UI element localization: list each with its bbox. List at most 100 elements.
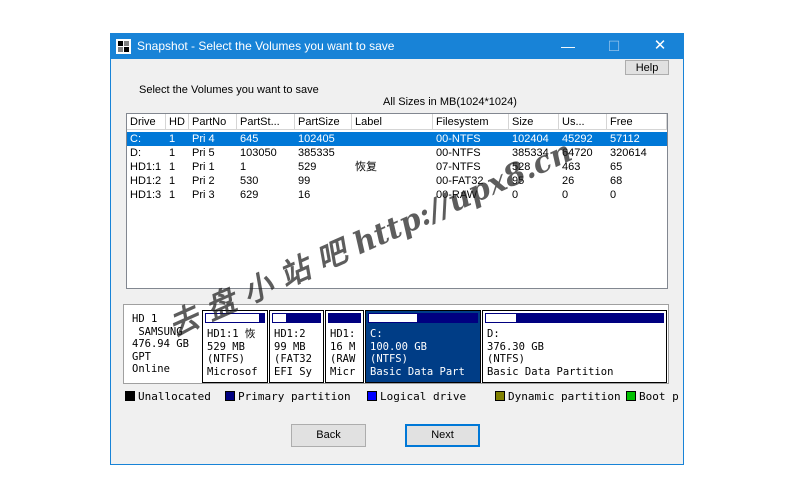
cell-hd: 1 (169, 133, 176, 145)
partition-block[interactable]: HD1:2 99 MB (FAT32 EFI Sy (269, 310, 324, 383)
cell-partsize: 16 (298, 189, 311, 201)
title-bar[interactable]: Snapshot - Select the Volumes you want t… (111, 34, 683, 59)
column-header-partno[interactable]: PartNo (189, 114, 237, 130)
cell-drive: HD1:1 (130, 161, 162, 173)
cell-filesystem: 07-NTFS (436, 161, 481, 173)
partition-block[interactable]: HD1: 16 M (RAW Micr (325, 310, 364, 383)
partition-label: D: 376.30 GB (NTFS) Basic Data Partition (487, 328, 614, 378)
cell-drive: HD1:2 (130, 175, 162, 187)
partition-block[interactable]: HD1:1 恢 529 MB (NTFS) Microsof (202, 310, 268, 383)
partition-usage-fill (486, 314, 517, 322)
cell-partno: Pri 2 (192, 175, 215, 187)
column-header-used[interactable]: Us... (559, 114, 607, 130)
cell-partstart: 103050 (240, 147, 277, 159)
list-header: Drive HD PartNo PartSt... PartSize Label Files… (127, 114, 667, 130)
legend-item: Boot p (626, 390, 679, 404)
cell-partsize: 385335 (298, 147, 335, 159)
legend-label: Logical drive (380, 390, 467, 403)
cell-partno: Pri 4 (192, 133, 215, 145)
close-icon[interactable]: ✕ (637, 34, 683, 59)
column-header-hd[interactable]: HD (166, 114, 189, 130)
cell-partsize: 529 (298, 161, 317, 173)
cell-free: 57112 (610, 133, 640, 145)
cell-partstart: 629 (240, 189, 259, 201)
disk-map: HD 1 SAMSUNG 476.94 GB GPT Online HD1:1 … (123, 304, 669, 384)
cell-size: 385334 (512, 147, 549, 159)
legend-label: Primary partition (238, 390, 351, 403)
legend-item: Dynamic partition (495, 390, 621, 404)
cell-label (355, 132, 433, 146)
back-button[interactable]: Back (291, 424, 366, 447)
partition-usage-bar (328, 313, 361, 323)
partition-usage-bar (368, 313, 478, 323)
partition-usage-bar (205, 313, 265, 323)
cell-partno: Pri 5 (192, 147, 215, 159)
cell-filesystem: 00-FAT32 (436, 175, 484, 187)
minimize-icon[interactable]: — (545, 34, 591, 59)
legend-swatch-icon (225, 391, 235, 401)
cell-label: 恢复 (355, 161, 377, 173)
cell-free: 0 (610, 189, 617, 201)
legend-item: Primary partition (225, 390, 351, 404)
cell-hd: 1 (169, 147, 176, 159)
table-row[interactable]: HD1:3 1 Pri 3 629 16 00-RAW 0 0 0 (127, 188, 667, 202)
column-header-drive[interactable]: Drive (127, 114, 166, 130)
cell-drive: D: (130, 147, 141, 159)
next-button[interactable]: Next (405, 424, 480, 447)
cell-filesystem: 00-NTFS (436, 147, 481, 159)
cell-hd: 1 (169, 175, 176, 187)
column-header-size[interactable]: Size (509, 114, 559, 130)
legend-swatch-icon (125, 391, 135, 401)
cell-free: 320614 (610, 147, 647, 159)
cell-partstart: 645 (240, 133, 259, 145)
cell-partno: Pri 3 (192, 189, 215, 201)
volume-list[interactable]: Drive HD PartNo PartSt... PartSize Label Files… (126, 113, 668, 289)
column-header-free[interactable]: Free (607, 114, 667, 130)
cell-partno: Pri 1 (192, 161, 215, 173)
partition-label: C: 100.00 GB (NTFS) Basic Data Part (370, 328, 465, 378)
partition-usage-fill (206, 314, 259, 322)
partition-usage-bar (272, 313, 321, 323)
legend-item: Logical drive (367, 390, 466, 404)
table-row[interactable]: HD1:1 1 Pri 1 1 529 恢复 07-NTFS 528 463 65 (127, 160, 667, 174)
cell-hd: 1 (169, 161, 176, 173)
cell-used: 26 (562, 175, 575, 187)
cell-drive: HD1:3 (130, 189, 162, 201)
cell-hd: 1 (169, 189, 176, 201)
partition-label: HD1: 16 M (RAW Micr (330, 328, 356, 378)
cell-partsize: 102405 (298, 133, 335, 145)
cell-used: 45292 (562, 133, 593, 145)
table-row[interactable]: HD1:2 1 Pri 2 530 99 00-FAT32 95 26 68 (127, 174, 667, 188)
window-title: Snapshot - Select the Volumes you want t… (137, 39, 395, 53)
cell-free: 68 (610, 175, 623, 187)
legend-label: Unallocated (138, 390, 211, 403)
help-button[interactable]: Help (625, 60, 669, 75)
column-header-label[interactable]: Label (352, 114, 433, 130)
legend-item: Unallocated (125, 390, 211, 404)
cell-drive: C: (130, 133, 141, 145)
partition-usage-bar (485, 313, 664, 323)
cell-filesystem: 00-RAW (436, 189, 478, 201)
maximize-icon[interactable]: ☐ (591, 34, 637, 59)
table-row[interactable]: D: 1 Pri 5 103050 385335 00-NTFS 385334 64720 32… (127, 146, 667, 160)
legend-swatch-icon (367, 391, 377, 401)
column-header-partsize[interactable]: PartSize (295, 114, 352, 130)
cell-free: 65 (610, 161, 623, 173)
cell-used: 64720 (562, 147, 593, 159)
partition-label: HD1:2 99 MB (FAT32 EFI Sy (274, 328, 312, 378)
cell-label (355, 174, 433, 188)
column-header-partstart[interactable]: PartSt... (237, 114, 295, 130)
snapshot-dialog: Snapshot - Select the Volumes you want t… (110, 33, 684, 465)
cell-label (355, 146, 433, 160)
cell-label (355, 188, 433, 202)
partition-usage-fill (369, 314, 418, 322)
partition-block[interactable]: C: 100.00 GB (NTFS) Basic Data Part (365, 310, 481, 383)
partition-block[interactable]: D: 376.30 GB (NTFS) Basic Data Partition (482, 310, 667, 383)
sizes-note: All Sizes in MB(1024*1024) (383, 96, 517, 108)
table-row[interactable]: C: 1 Pri 4 645 102405 00-NTFS 102404 45292 57112 (127, 132, 667, 146)
column-header-filesystem[interactable]: Filesystem (433, 114, 509, 130)
legend-swatch-icon (626, 391, 636, 401)
legend-swatch-icon (495, 391, 505, 401)
instruction-text: Select the Volumes you want to save (139, 84, 319, 96)
cell-used: 0 (562, 189, 569, 201)
